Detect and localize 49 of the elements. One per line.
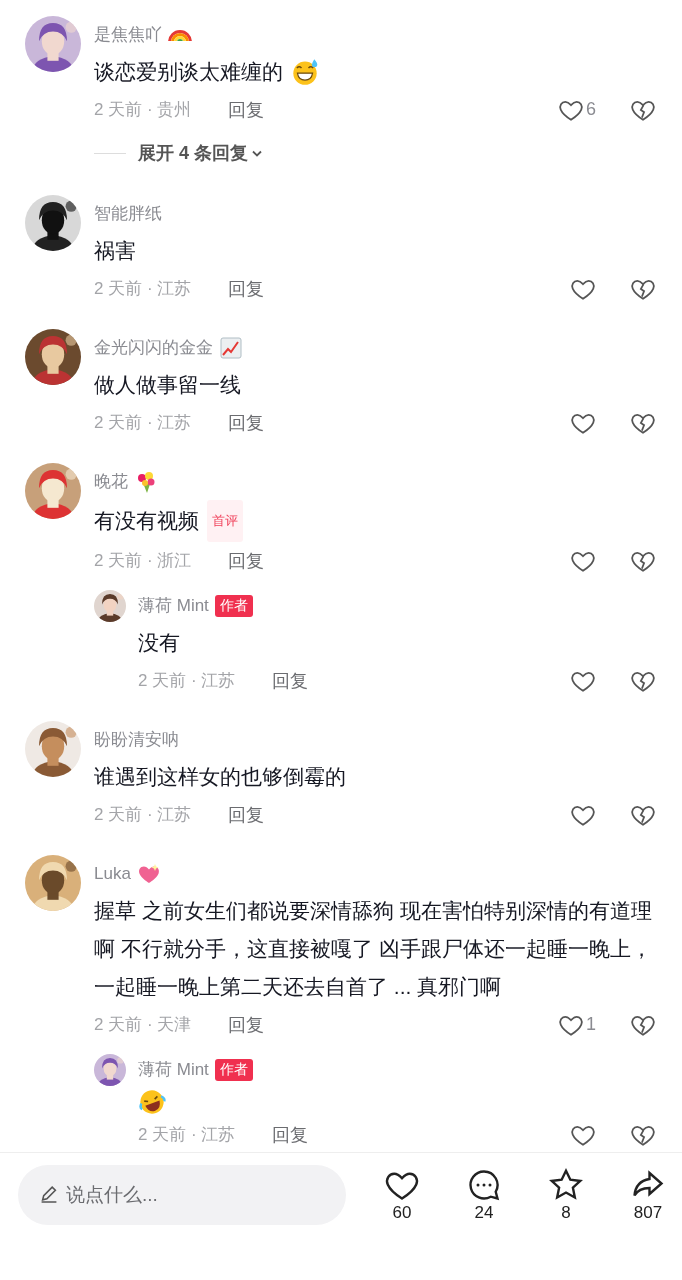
first-comment-tag: 首评 (207, 500, 243, 542)
comment-button[interactable]: 24 (450, 1167, 518, 1223)
reply-link[interactable]: 回复 (228, 276, 264, 301)
expand-replies-button[interactable]: 展开 4 条回复 (138, 141, 262, 165)
user-name[interactable]: 智能胖纸 (94, 202, 162, 225)
user-name[interactable]: 薄荷 Mint (138, 1058, 209, 1081)
reply-link[interactable]: 回复 (228, 548, 264, 573)
user-name[interactable]: 是焦焦吖 (94, 23, 162, 46)
like-button[interactable]: 6 (558, 96, 596, 123)
comment-meta: 2 天前 · 江苏 (138, 1124, 237, 1146)
user-name[interactable]: 金光闪闪的金金 (94, 336, 213, 359)
comment-meta: 2 天前 · 天津 (94, 1014, 193, 1036)
reply-link[interactable]: 回复 (272, 1122, 308, 1147)
comment-text: 祸害 (94, 238, 136, 264)
user-name[interactable]: 晚花 (94, 470, 128, 493)
reply-link[interactable]: 回复 (272, 668, 308, 693)
pencil-icon (40, 1185, 58, 1203)
comment-meta: 2 天前 · 江苏 (94, 412, 193, 434)
comment-text: 有没有视频 (94, 508, 199, 534)
chevron-down-icon (252, 149, 262, 157)
user-name[interactable]: 盼盼清安呐 (94, 728, 179, 751)
comment-meta: 2 天前 · 江苏 (138, 670, 237, 692)
reply-link[interactable]: 回复 (228, 97, 264, 122)
laughing-face-icon (138, 1088, 166, 1116)
comment-meta: 2 天前 · 贵州 (94, 99, 193, 121)
comment-meta: 2 天前 · 浙江 (94, 550, 193, 572)
user-name[interactable]: 薄荷 Mint (138, 594, 209, 617)
speech-bubble-icon (466, 1167, 502, 1203)
user-name[interactable]: Luka (94, 863, 131, 884)
comment-text: 握草 之前女生们都说要深情舔狗 现在害怕特别深情的有道理啊 不行就分手，这直接被嘎了 凶手跟尸体还一起睡一晚上，一起睡一晚上第二天还去自首了 ... 真邪门啊 (94, 898, 653, 1000)
reply-link[interactable]: 回复 (228, 410, 264, 435)
grin-sweat-icon (291, 58, 319, 86)
author-tag: 作者 (214, 1058, 253, 1081)
share-button[interactable]: 807 (614, 1167, 682, 1223)
comment-text: 做人做事留一线 (94, 372, 241, 398)
comment-text: 没有 (138, 630, 180, 656)
comment-meta: 2 天前 · 江苏 (94, 804, 193, 826)
reply-link[interactable]: 回复 (228, 1012, 264, 1037)
like-button[interactable]: 60 (368, 1167, 436, 1223)
like-button[interactable]: 1 (558, 1011, 596, 1038)
favorite-button[interactable]: 8 (532, 1167, 600, 1223)
comment-meta: 2 天前 · 江苏 (94, 278, 193, 300)
comment-text: 谈恋爱别谈太难缠的 (94, 59, 283, 85)
rainbow-icon (168, 27, 192, 42)
reply-link[interactable]: 回复 (228, 802, 264, 827)
author-tag: 作者 (214, 594, 253, 617)
comment-text: 谁遇到这样女的也够倒霉的 (94, 764, 346, 790)
chart-icon (219, 335, 243, 360)
comment-input-field[interactable]: 说点什么... (18, 1165, 346, 1225)
